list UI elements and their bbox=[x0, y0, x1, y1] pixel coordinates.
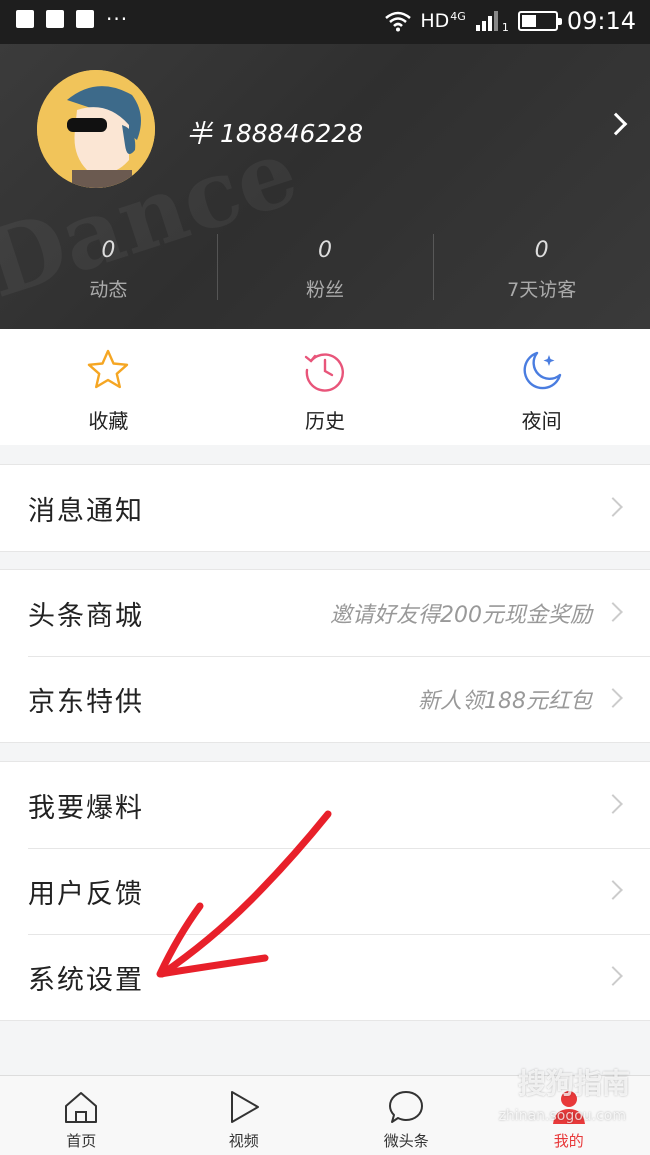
stat-fans[interactable]: 0 粉丝 bbox=[216, 232, 434, 304]
history-clock-icon bbox=[304, 353, 345, 392]
app-notification-icon bbox=[46, 10, 64, 28]
menu-item-report[interactable]: 我要爆料 bbox=[0, 762, 650, 848]
avatar[interactable] bbox=[37, 70, 155, 188]
avatar-illustration bbox=[37, 70, 155, 188]
tab-video[interactable]: 视频 bbox=[163, 1076, 326, 1155]
night-mode-button[interactable]: 夜间 bbox=[433, 329, 650, 445]
more-notifications-icon: ··· bbox=[106, 7, 129, 31]
stat-label: 7天访客 bbox=[507, 279, 577, 301]
menu-item-label: 头条商城 bbox=[28, 600, 144, 632]
history-button[interactable]: 历史 bbox=[217, 329, 434, 445]
menu-item-label: 我要爆料 bbox=[28, 792, 144, 824]
stat-value: 0 bbox=[318, 238, 332, 263]
stat-value: 0 bbox=[101, 238, 116, 263]
tab-label: 微头条 bbox=[383, 1132, 429, 1150]
chevron-right-icon bbox=[603, 794, 623, 814]
favorites-label: 收藏 bbox=[88, 409, 129, 433]
stat-visitors[interactable]: 0 7天访客 bbox=[433, 232, 650, 304]
menu-item-label: 消息通知 bbox=[28, 495, 144, 527]
stat-label: 粉丝 bbox=[306, 279, 345, 301]
menu-item-notifications[interactable]: 消息通知 bbox=[0, 465, 650, 551]
wifi-icon bbox=[385, 11, 412, 32]
status-bar: ··· HD 4G 1 09:14 bbox=[0, 0, 650, 44]
chevron-right-icon bbox=[603, 966, 623, 986]
chevron-right-icon bbox=[603, 602, 623, 622]
menu-item-note: 邀请好友得200元现金奖励 bbox=[330, 603, 592, 628]
tab-micro-headlines[interactable]: 微头条 bbox=[325, 1076, 488, 1155]
menu-group-shopping: 头条商城 邀请好友得200元现金奖励 京东特供 新人领188元红包 bbox=[0, 569, 650, 743]
history-label: 历史 bbox=[305, 409, 345, 433]
tab-label: 首页 bbox=[66, 1132, 97, 1150]
gallery-notification-icon bbox=[16, 10, 34, 28]
chevron-right-icon bbox=[603, 497, 623, 517]
chevron-right-icon[interactable] bbox=[604, 112, 628, 136]
chat-bubble-icon bbox=[389, 1091, 424, 1123]
battery-icon bbox=[517, 11, 562, 31]
network-label: HD bbox=[420, 10, 450, 32]
moon-icon bbox=[523, 351, 561, 390]
tab-home[interactable]: 首页 bbox=[0, 1076, 163, 1155]
home-icon bbox=[65, 1092, 98, 1123]
menu-item-feedback[interactable]: 用户反馈 bbox=[0, 848, 650, 934]
profile-stats: 0 动态 0 粉丝 0 7天访客 bbox=[0, 232, 650, 304]
profile-header[interactable]: Dance 半 188846228 0 动态 0 粉丝 0 7天访客 bbox=[0, 44, 650, 329]
network-type: 4G bbox=[450, 9, 466, 23]
chevron-right-icon bbox=[603, 880, 623, 900]
menu-item-label: 用户反馈 bbox=[28, 878, 144, 910]
signal-icon bbox=[475, 11, 498, 31]
watermark-brand: 搜狗指南 bbox=[517, 1067, 630, 1100]
menu-item-label: 系统设置 bbox=[28, 964, 144, 996]
play-icon bbox=[230, 1091, 259, 1123]
menu-group-settings: 我要爆料 用户反馈 系统设置 bbox=[0, 761, 650, 1021]
menu-item-mall[interactable]: 头条商城 邀请好友得200元现金奖励 bbox=[0, 570, 650, 656]
favorites-button[interactable]: 收藏 bbox=[0, 329, 217, 445]
menu-item-label: 京东特供 bbox=[28, 686, 144, 718]
tab-label: 视频 bbox=[228, 1132, 259, 1150]
stat-value: 0 bbox=[534, 238, 549, 263]
menu-item-system-settings[interactable]: 系统设置 bbox=[0, 934, 650, 1020]
chevron-right-icon bbox=[603, 688, 623, 708]
app-notification-icon-2 bbox=[76, 10, 94, 28]
menu-item-jd-special[interactable]: 京东特供 新人领188元红包 bbox=[0, 656, 650, 742]
menu-item-note: 新人领188元红包 bbox=[418, 689, 592, 714]
stat-posts[interactable]: 0 动态 bbox=[0, 232, 217, 304]
menu-group-notifications: 消息通知 bbox=[0, 464, 650, 552]
night-mode-label: 夜间 bbox=[521, 409, 562, 433]
sim-slot: 1 bbox=[501, 20, 509, 34]
quick-actions: 收藏 历史 夜间 bbox=[0, 329, 650, 445]
tab-label: 我的 bbox=[553, 1132, 584, 1150]
clock: 09:14 bbox=[566, 7, 636, 35]
stat-label: 动态 bbox=[89, 279, 128, 301]
star-icon bbox=[88, 349, 129, 389]
watermark-url: zhinan.sogou.com bbox=[498, 1108, 626, 1124]
username[interactable]: 半 188846228 bbox=[187, 114, 363, 150]
